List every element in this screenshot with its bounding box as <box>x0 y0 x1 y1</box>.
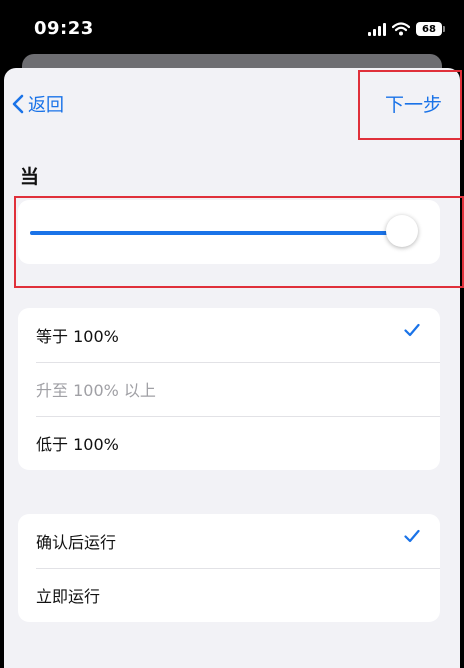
option-equal-100[interactable]: 等于 100% <box>18 308 440 362</box>
battery-icon: 68 <box>416 22 445 36</box>
section-title: 当 <box>20 166 40 188</box>
status-time: 09:23 <box>34 18 94 39</box>
checkmark-icon <box>404 529 420 543</box>
next-button-highlight <box>358 70 462 140</box>
back-button[interactable]: 返回 <box>12 91 64 117</box>
slider-highlight <box>14 196 464 288</box>
option-label: 确认后运行 <box>36 533 117 552</box>
threshold-options-list: 等于 100% 升至 100% 以上 低于 100% <box>18 308 440 470</box>
status-icons: 68 <box>368 20 445 38</box>
option-run-immediately[interactable]: 立即运行 <box>18 568 440 622</box>
status-bar: 09:23 68 <box>0 0 464 58</box>
cellular-signal-icon <box>368 22 386 36</box>
option-label: 等于 100% <box>36 327 119 346</box>
run-options-list: 确认后运行 立即运行 <box>18 514 440 622</box>
option-below-100[interactable]: 低于 100% <box>18 416 440 470</box>
option-label: 立即运行 <box>36 587 101 606</box>
option-label: 低于 100% <box>36 435 119 454</box>
option-above-100: 升至 100% 以上 <box>18 362 440 416</box>
chevron-left-icon <box>12 94 24 114</box>
wifi-icon <box>392 22 410 36</box>
back-label: 返回 <box>28 95 64 116</box>
checkmark-icon <box>404 323 420 337</box>
option-label: 升至 100% 以上 <box>36 381 156 400</box>
option-run-after-confirm[interactable]: 确认后运行 <box>18 514 440 568</box>
